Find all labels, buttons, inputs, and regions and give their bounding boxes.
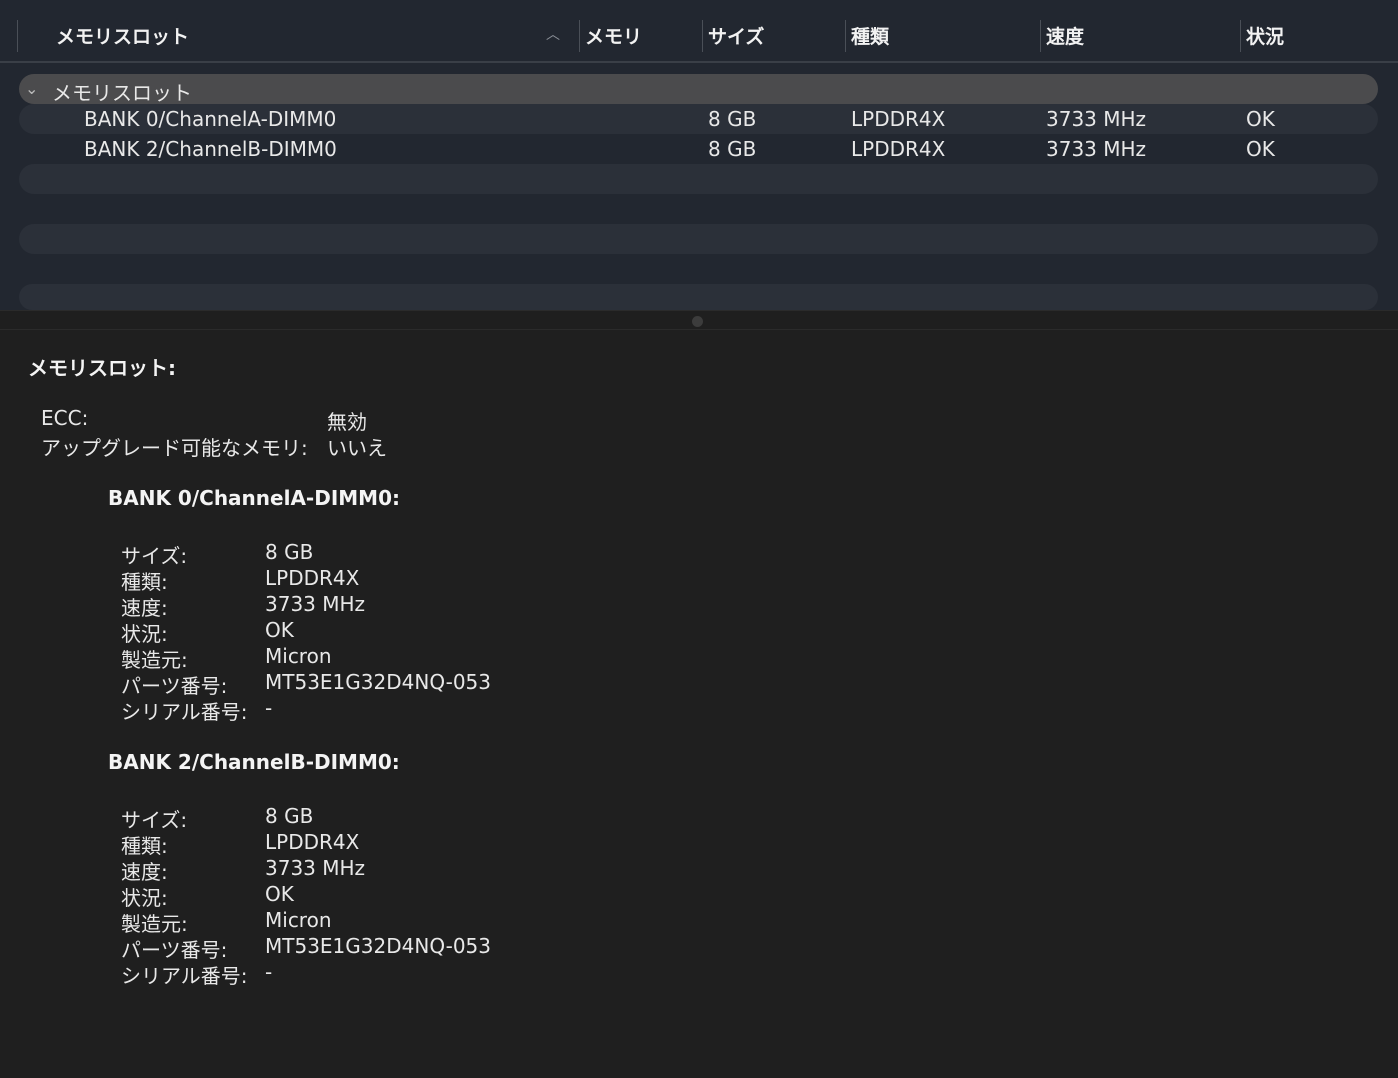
part-label: パーツ番号: bbox=[121, 674, 228, 698]
table-row[interactable]: BANK 2/ChannelB-DIMM0 8 GB LPDDR4X 3733 … bbox=[19, 134, 1378, 164]
detail-title: メモリスロット: bbox=[28, 356, 176, 380]
serial-label: シリアル番号: bbox=[121, 964, 248, 988]
column-header-type[interactable]: 種類 bbox=[851, 22, 889, 49]
splitter-handle-icon[interactable] bbox=[692, 316, 703, 327]
sort-ascending-icon[interactable]: ︿ bbox=[546, 24, 560, 44]
slot-name: BANK 2/ChannelB-DIMM0 bbox=[84, 137, 337, 161]
type-value: LPDDR4X bbox=[265, 830, 360, 854]
column-divider[interactable] bbox=[579, 20, 580, 52]
serial-label: シリアル番号: bbox=[121, 700, 248, 724]
maker-label: 製造元: bbox=[121, 912, 188, 936]
status-value: OK bbox=[265, 882, 294, 906]
slot-name: BANK 0/ChannelA-DIMM0 bbox=[84, 107, 337, 131]
bank-title: BANK 0/ChannelA-DIMM0: bbox=[108, 486, 400, 510]
column-header-memory[interactable]: メモリ bbox=[585, 22, 642, 49]
size-value: 8 GB bbox=[265, 804, 314, 828]
slot-speed: 3733 MHz bbox=[1046, 107, 1147, 131]
speed-label: 速度: bbox=[121, 596, 168, 620]
column-header-size[interactable]: サイズ bbox=[708, 22, 764, 49]
maker-value: Micron bbox=[265, 644, 332, 668]
slot-type: LPDDR4X bbox=[851, 137, 946, 161]
group-label: メモリスロット bbox=[52, 81, 192, 105]
column-divider[interactable] bbox=[1240, 20, 1241, 52]
bank-title: BANK 2/ChannelB-DIMM0: bbox=[108, 750, 400, 774]
chevron-down-icon[interactable]: ⌄ bbox=[25, 79, 38, 98]
status-label: 状況: bbox=[121, 622, 168, 646]
status-value: OK bbox=[265, 618, 294, 642]
memory-table: メモリスロット ︿ メモリ サイズ 種類 速度 状況 ⌄ メモリスロット BAN… bbox=[0, 0, 1398, 310]
maker-value: Micron bbox=[265, 908, 332, 932]
type-label: 種類: bbox=[121, 834, 168, 858]
speed-value: 3733 MHz bbox=[265, 592, 366, 616]
slot-status: OK bbox=[1246, 137, 1275, 161]
maker-label: 製造元: bbox=[121, 648, 188, 672]
type-label: 種類: bbox=[121, 570, 168, 594]
table-row[interactable]: BANK 0/ChannelA-DIMM0 8 GB LPDDR4X 3733 … bbox=[19, 104, 1378, 134]
slot-speed: 3733 MHz bbox=[1046, 137, 1147, 161]
column-divider[interactable] bbox=[17, 20, 18, 52]
part-label: パーツ番号: bbox=[121, 938, 228, 962]
serial-value: - bbox=[265, 960, 273, 984]
column-divider[interactable] bbox=[1040, 20, 1041, 52]
column-header-status[interactable]: 状況 bbox=[1246, 22, 1284, 49]
upgrade-value: いいえ bbox=[327, 436, 387, 460]
type-value: LPDDR4X bbox=[265, 566, 360, 590]
part-value: MT53E1G32D4NQ-053 bbox=[265, 934, 492, 958]
column-divider[interactable] bbox=[845, 20, 846, 52]
upgrade-label: アップグレード可能なメモリ: bbox=[41, 436, 308, 460]
slot-size: 8 GB bbox=[708, 107, 757, 131]
ecc-label: ECC: bbox=[41, 406, 89, 430]
slot-type: LPDDR4X bbox=[851, 107, 946, 131]
speed-value: 3733 MHz bbox=[265, 856, 366, 880]
ecc-value: 無効 bbox=[327, 410, 367, 434]
size-label: サイズ: bbox=[121, 808, 188, 832]
serial-value: - bbox=[265, 696, 273, 720]
group-row[interactable]: ⌄ メモリスロット bbox=[19, 74, 1378, 105]
column-divider[interactable] bbox=[702, 20, 703, 52]
split-divider[interactable] bbox=[0, 310, 1398, 330]
size-label: サイズ: bbox=[121, 544, 188, 568]
column-header-slot[interactable]: メモリスロット bbox=[56, 22, 189, 49]
size-value: 8 GB bbox=[265, 540, 314, 564]
status-label: 状況: bbox=[121, 886, 168, 910]
column-header-speed[interactable]: 速度 bbox=[1046, 22, 1084, 49]
slot-size: 8 GB bbox=[708, 137, 757, 161]
part-value: MT53E1G32D4NQ-053 bbox=[265, 670, 492, 694]
slot-status: OK bbox=[1246, 107, 1275, 131]
table-header: メモリスロット ︿ メモリ サイズ 種類 速度 状況 bbox=[0, 0, 1398, 63]
speed-label: 速度: bbox=[121, 860, 168, 884]
empty-row bbox=[19, 224, 1378, 254]
empty-row bbox=[19, 164, 1378, 194]
empty-row bbox=[19, 284, 1378, 310]
